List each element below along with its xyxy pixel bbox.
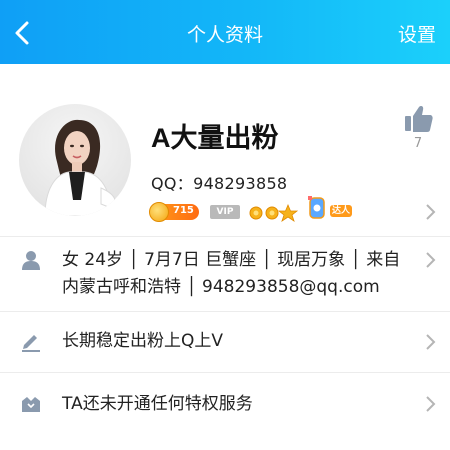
person-icon bbox=[20, 249, 42, 271]
vip-badge: VIP bbox=[210, 205, 240, 219]
pencil-icon bbox=[20, 330, 42, 352]
like-count: 7 bbox=[413, 136, 423, 151]
signature-row[interactable]: 长期稳定出粉上Q上V bbox=[0, 312, 450, 372]
privilege-row[interactable]: TA还未开通任何特权服务 bbox=[0, 373, 450, 435]
chevron-right-icon bbox=[424, 333, 436, 351]
info-row[interactable]: 女 24岁 │ 7月7日 巨蟹座 │ 现居万象 │ 来自 内蒙古呼和浩特 │ 9… bbox=[0, 237, 450, 311]
crown-icons bbox=[248, 202, 300, 222]
qq-number: QQ：948293858 bbox=[151, 174, 288, 193]
settings-button[interactable]: 设置 bbox=[398, 20, 436, 47]
daren-badge-label: 达人 bbox=[330, 205, 352, 217]
chevron-right-icon bbox=[424, 395, 436, 413]
coin-icon bbox=[149, 202, 169, 222]
page-title: 个人资料 bbox=[186, 24, 263, 46]
profile-card: A大量出粉 QQ：948293858 715 VIP 达人 7 bbox=[0, 64, 450, 236]
top-bar: 个人资料 设置 bbox=[0, 0, 450, 64]
like-button[interactable]: 7 bbox=[402, 104, 434, 154]
level-badge: 715 bbox=[149, 202, 199, 222]
chevron-right-icon[interactable] bbox=[424, 203, 436, 221]
info-line-2: 内蒙古呼和浩特 │ 948293858@qq.com bbox=[62, 277, 380, 297]
info-line-1: 女 24岁 │ 7月7日 巨蟹座 │ 现居万象 │ 来自 bbox=[62, 250, 401, 270]
signature-text: 长期稳定出粉上Q上V bbox=[62, 331, 224, 351]
avatar[interactable] bbox=[19, 104, 131, 216]
daren-badge: 达人 bbox=[306, 196, 352, 222]
nickname: A大量出粉 bbox=[151, 123, 279, 153]
privilege-text: TA还未开通任何特权服务 bbox=[62, 394, 253, 414]
level-badge-value: 715 bbox=[173, 205, 194, 216]
info-text: 女 24岁 │ 7月7日 巨蟹座 │ 现居万象 │ 来自 内蒙古呼和浩特 │ 9… bbox=[62, 247, 410, 301]
chevron-right-icon bbox=[424, 251, 436, 269]
crown-box-icon bbox=[20, 393, 42, 415]
thumbs-up-icon bbox=[405, 106, 433, 132]
